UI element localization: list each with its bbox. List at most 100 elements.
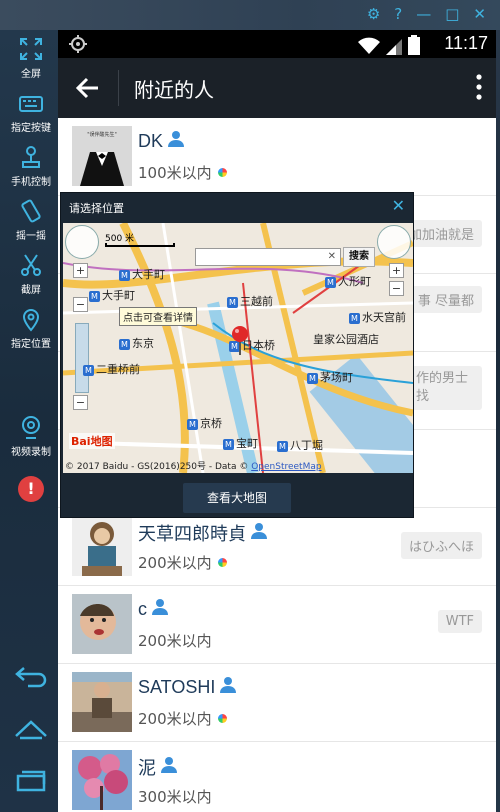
sidebar-item-label: 视频录制: [11, 447, 51, 458]
person-name: c: [138, 598, 147, 619]
zoom-out-button[interactable]: −: [73, 297, 88, 312]
back-icon[interactable]: [14, 664, 48, 692]
sidebar-item-phone-control[interactable]: 手机控制: [0, 144, 62, 188]
openstreetmap-link[interactable]: OpenStreetMap: [251, 462, 321, 472]
status-bar: 11:17: [58, 30, 496, 58]
sidebar-item-location[interactable]: 指定位置: [0, 306, 62, 350]
view-large-map-button[interactable]: 查看大地图: [183, 483, 291, 513]
map-label: M 京桥: [187, 415, 222, 431]
gps-icon: [68, 34, 88, 58]
signal-icon: [386, 39, 402, 55]
list-item[interactable]: SATOSHI 200米以内: [58, 664, 496, 742]
distance-text: 200米以内: [138, 632, 212, 650]
window-controls: ⚙ ? — □ ✕: [367, 6, 486, 22]
zoom-out-button-right[interactable]: −: [389, 281, 404, 296]
help-icon[interactable]: ?: [394, 6, 402, 22]
map-pan-control-right[interactable]: [377, 225, 411, 259]
phone-control-icon: [0, 144, 62, 170]
keyboard-icon: [0, 90, 62, 116]
zoom-in-button-right[interactable]: +: [389, 263, 404, 278]
signature-badge: はひふへほ: [400, 532, 482, 559]
list-item[interactable]: 泥 300米以内: [58, 742, 496, 812]
map-copyright: © 2017 Baidu - GS(2016)250号 - Data © Ope…: [65, 462, 322, 472]
recent-apps-icon[interactable]: [14, 768, 48, 796]
sidebar-item-shake[interactable]: 摇一摇: [0, 198, 62, 242]
overflow-menu-icon[interactable]: [476, 74, 482, 104]
person-icon: [250, 522, 268, 544]
settings-icon[interactable]: ⚙: [367, 6, 380, 22]
person-name-row: SATOSHI: [138, 676, 237, 698]
home-icon[interactable]: [14, 716, 48, 744]
person-name: DK: [138, 130, 164, 151]
map-label: M 八丁堀: [277, 437, 323, 453]
map-pan-control[interactable]: [65, 225, 99, 259]
signature-badge: 事 尽量都: [409, 286, 482, 313]
distance-text: 100米以内: [138, 164, 212, 182]
location-pin-icon: [0, 306, 62, 332]
sidebar-item-label: 指定位置: [11, 339, 51, 350]
map-label: M 东京: [119, 335, 154, 351]
person-name-row: c: [138, 598, 169, 620]
map-search-input[interactable]: ✕: [195, 248, 341, 266]
status-clock: 11:17: [444, 33, 488, 53]
list-item[interactable]: 天草四郎時貞 200米以内 はひふへほ: [58, 508, 496, 586]
map-label: M 人形町: [325, 273, 371, 289]
person-name-row: 泥: [138, 754, 178, 780]
person-icon: [167, 130, 185, 152]
avatar: "误伴酸先生": [72, 126, 132, 186]
map-view[interactable]: 500 米 + − − + − ✕ 搜索 M 大手町 M 大手町 M 三越前 M 人形町…: [63, 223, 413, 473]
zoom-in-button[interactable]: +: [73, 263, 88, 278]
flower-icon: [217, 714, 227, 723]
app-bar-divider: [118, 70, 119, 106]
map-search-button[interactable]: 搜索: [343, 247, 375, 267]
dialog-title: 请选择位置: [69, 202, 124, 215]
close-icon[interactable]: ✕: [392, 196, 405, 215]
sidebar-item-label: 截屏: [21, 285, 41, 296]
map-label: M 大手町: [119, 266, 165, 282]
person-icon: [219, 676, 237, 698]
sidebar-item-fullscreen[interactable]: 全屏: [0, 36, 62, 80]
flower-icon: [217, 558, 227, 567]
person-name: 天草四郎時貞: [138, 524, 246, 544]
sidebar-item-keymap[interactable]: 指定按键: [0, 90, 62, 134]
sidebar-item-record[interactable]: 视频录制: [0, 414, 62, 458]
map-label: M 宝町: [223, 435, 258, 451]
signature-badge: WTF: [437, 610, 482, 633]
map-label: M 大手町: [89, 287, 135, 303]
distance-text: 200米以内: [138, 710, 212, 728]
avatar: [72, 672, 132, 732]
zoom-slider[interactable]: [75, 323, 89, 393]
back-arrow-icon[interactable]: [74, 74, 102, 102]
svg-text:"误伴酸先生": "误伴酸先生": [87, 131, 117, 138]
person-name: SATOSHI: [138, 676, 216, 697]
map-label: M 三越前: [227, 293, 273, 309]
sidebar-item-label: 手机控制: [11, 177, 51, 188]
maximize-icon[interactable]: □: [445, 6, 459, 22]
map-label: M 茅场町: [307, 369, 353, 385]
list-item[interactable]: c 200米以内 WTF: [58, 586, 496, 664]
sidebar-item-screenshot[interactable]: 截屏: [0, 252, 62, 296]
wifi-icon: [358, 37, 380, 54]
scissors-icon: [0, 252, 62, 278]
location-picker-dialog: 请选择位置 ✕ 500 米 + − − + − ✕ 搜索 M 大手町 M 大手町…: [60, 192, 414, 518]
map-label: M 二重桥前: [83, 361, 140, 377]
list-item[interactable]: "误伴酸先生" DK 100米以内: [58, 118, 496, 196]
clear-icon[interactable]: ✕: [328, 251, 336, 262]
zoom-out-button-bottom[interactable]: −: [73, 395, 88, 410]
distance: 200米以内: [138, 708, 227, 729]
person-name-row: 天草四郎時貞: [138, 520, 268, 546]
close-icon[interactable]: ✕: [473, 6, 486, 22]
person-name: 泥: [138, 758, 156, 778]
minimize-icon[interactable]: —: [416, 6, 431, 22]
person-icon: [160, 756, 178, 778]
emulator-title-bar: ⚙ ? — □ ✕: [0, 0, 500, 30]
person-icon: [151, 598, 169, 620]
sidebar-item-label: 摇一摇: [16, 231, 46, 242]
sidebar-item-label: 全屏: [21, 69, 41, 80]
distance: 200米以内: [138, 630, 212, 651]
person-name-row: DK: [138, 130, 185, 152]
map-marker-icon[interactable]: [231, 325, 249, 359]
distance: 100米以内: [138, 162, 227, 183]
distance-text: 200米以内: [138, 554, 212, 572]
alert-icon[interactable]: !: [18, 476, 44, 502]
